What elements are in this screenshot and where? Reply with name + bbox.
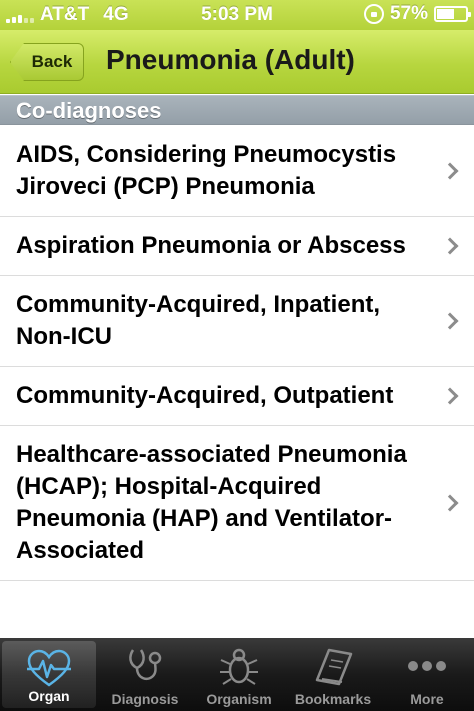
chevron-right-icon [441, 494, 459, 512]
list-item[interactable]: AIDS, Considering Pneumocystis Jiroveci … [0, 126, 474, 217]
bug-icon [220, 648, 258, 685]
chevron-right-icon [441, 387, 459, 405]
list-item-label: Community-Acquired, Outpatient [16, 382, 394, 409]
chevron-right-icon [441, 162, 459, 180]
tab-bookmarks[interactable]: Bookmarks [286, 638, 380, 711]
list-item-label: Community-Acquired, Inpatient, Non-ICU [16, 291, 381, 350]
tab-label: Organism [206, 691, 272, 707]
book-icon [315, 648, 353, 686]
list-item[interactable]: Community-Acquired, Outpatient [0, 367, 474, 426]
rotation-lock-icon [363, 4, 384, 24]
page-title: Pneumonia (Adult) [106, 44, 355, 75]
list-item[interactable]: Community-Acquired, Inpatient, Non-ICU [0, 276, 474, 367]
heart-ecg-icon [27, 649, 71, 687]
tab-organism[interactable]: Organism [192, 638, 286, 711]
chevron-right-icon [441, 312, 459, 330]
list-item[interactable]: Healthcare-associated Pneumonia (HCAP); … [0, 426, 474, 581]
status-right: 57% [363, 3, 471, 25]
tab-more[interactable]: More [380, 638, 474, 711]
co-diagnoses-list: AIDS, Considering Pneumocystis Jiroveci … [0, 126, 474, 638]
list-item-label: AIDS, Considering Pneumocystis Jiroveci … [16, 141, 397, 200]
status-bar: AT&T 4G 5:03 PM 57% [0, 0, 474, 30]
list-item[interactable]: Aspiration Pneumonia or Abscess [0, 217, 474, 276]
section-header-co-diagnoses: Co-diagnoses [0, 95, 474, 125]
battery-icon [434, 6, 471, 22]
chevron-right-icon [441, 237, 459, 255]
tab-label: More [410, 691, 444, 707]
tab-label: Bookmarks [294, 691, 372, 707]
tab-organ[interactable]: Organ [2, 641, 96, 708]
stethoscope-icon [129, 649, 162, 680]
list-item-label: Healthcare-associated Pneumonia (HCAP); … [16, 441, 407, 564]
back-button[interactable]: Back [10, 43, 84, 81]
battery-percent: 57% [389, 3, 428, 24]
more-dots-icon [408, 661, 446, 671]
list-item-label: Aspiration Pneumonia or Abscess [16, 232, 406, 259]
tab-label: Diagnosis [111, 691, 179, 707]
battery-fill [437, 9, 455, 19]
tab-bar: Organ Diagnosis Organism Bookmarks More [0, 638, 474, 711]
tab-diagnosis[interactable]: Diagnosis [98, 638, 192, 711]
tab-label: Organ [28, 688, 70, 704]
navigation-bar: Back Pneumonia (Adult) [0, 30, 474, 94]
